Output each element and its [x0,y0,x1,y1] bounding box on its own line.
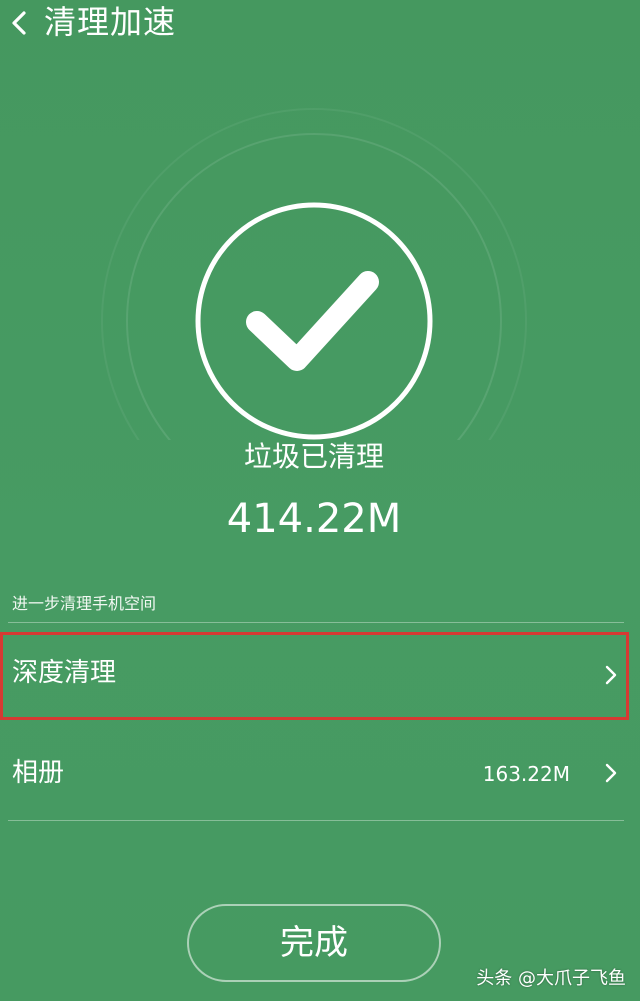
list-item-deep-clean[interactable]: 深度清理 [0,632,640,724]
chevron-right-icon [605,763,617,783]
section-title: 进一步清理手机空间 [12,594,157,613]
clean-result [0,100,640,440]
watermark: 头条 @大爪子飞鱼 [476,968,626,989]
app-header: 清理加速 [0,0,640,50]
cleaned-label: 垃圾已清理 [243,440,384,473]
done-button-label: 完成 [280,923,348,963]
list-item-label: 深度清理 [12,658,117,688]
back-button[interactable] [6,8,34,38]
checkmark-circle-icon [195,202,433,440]
page-title: 清理加速 [44,3,177,41]
screen: 清理加速 垃圾已清理 414.22M 进一步清理手机空间 深度清理 相册 163… [0,0,640,1001]
cleaned-size: 414.22M [226,496,402,542]
divider [8,622,624,623]
chevron-right-icon [605,665,617,685]
list-item-size: 163.22M [482,762,570,786]
list-item-label: 相册 [12,758,65,788]
chevron-left-icon [12,11,26,35]
done-button[interactable]: 完成 [187,904,441,982]
list-item-album[interactable]: 相册 163.22M [0,728,640,818]
divider [8,820,624,821]
